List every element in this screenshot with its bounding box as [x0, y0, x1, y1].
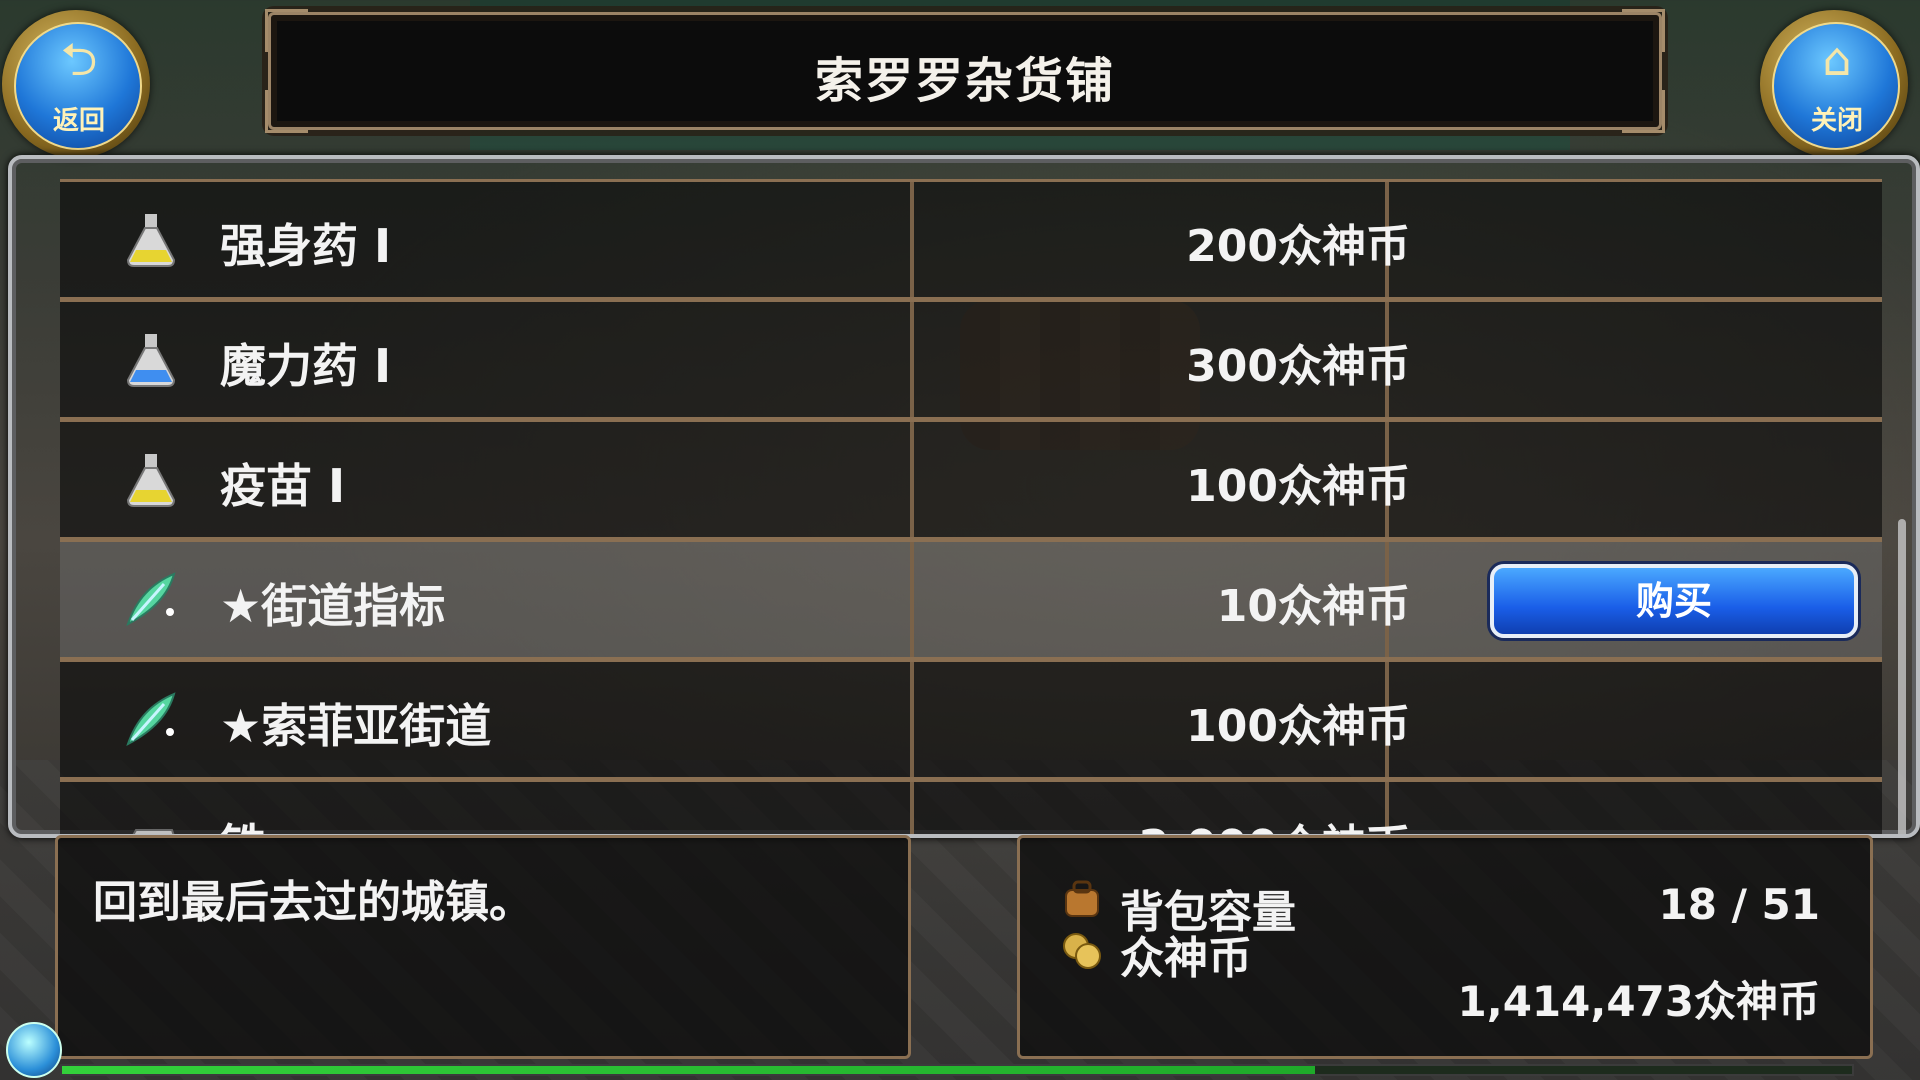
back-label: 返回: [52, 106, 105, 136]
list-item[interactable]: 疫苗 Ⅰ 100众神币: [60, 419, 1882, 540]
item-price: 300众神币: [1186, 341, 1410, 392]
yellow-potion-icon: [126, 454, 176, 507]
item-name: 强身药 Ⅰ: [220, 219, 392, 273]
list-item-selected[interactable]: ★街道指标 10众神币 购买: [60, 539, 1882, 660]
close-button[interactable]: ⌂ 关闭: [1752, 0, 1920, 158]
item-name: 疫苗 Ⅰ: [220, 459, 346, 513]
blue-potion-icon: [126, 334, 176, 387]
description-panel: 回到最后去过的城镇。: [55, 835, 911, 1059]
item-name: 铁: [220, 810, 266, 834]
item-price: 100众神币: [1186, 461, 1410, 512]
list-item[interactable]: 魔力药 Ⅰ 300众神币: [60, 299, 1882, 420]
list-scrollbar[interactable]: [1898, 519, 1906, 834]
item-name: ★街道指标: [220, 579, 446, 633]
close-label: 关闭: [1810, 106, 1863, 136]
list-item[interactable]: ★索菲亚街道 100众神币: [60, 659, 1882, 780]
currency-value: 1,414,473众神币: [1457, 977, 1820, 1026]
item-price: 100众神币: [1186, 701, 1410, 752]
list-item[interactable]: 铁 2,000众神币: [60, 779, 1882, 834]
currency-label: 众神币: [1120, 933, 1252, 984]
buy-button[interactable]: 购买: [1490, 564, 1858, 638]
feather-icon: [126, 692, 176, 747]
coin-icon: [1063, 933, 1101, 969]
title-bar: 索罗罗杂货铺: [265, 9, 1665, 133]
inventory-value: 18 / 51: [1658, 880, 1820, 929]
item-name: ★索菲亚街道: [220, 699, 492, 753]
item-name: 魔力药 Ⅰ: [220, 339, 392, 393]
item-price: 10众神币: [1216, 581, 1410, 632]
feather-icon: [126, 572, 176, 627]
info-panel: 背包容量 18 / 51 众神币 1,414,473众神币: [1017, 835, 1873, 1059]
item-description: 回到最后去过的城镇。: [93, 877, 533, 928]
experience-bar: [60, 1064, 1854, 1076]
backpack-icon: [1065, 880, 1099, 917]
yellow-potion-icon: [126, 214, 176, 267]
list-item[interactable]: 强身药 Ⅰ 200众神币: [60, 179, 1882, 300]
item-price: 200众神币: [1186, 221, 1410, 272]
item-list[interactable]: 强身药 Ⅰ 200众神币 魔力药 Ⅰ 300众神币 疫苗 Ⅰ 100众神币 ★街…: [8, 155, 1920, 838]
experience-fill: [62, 1066, 1315, 1074]
home-icon: ⌂: [1822, 32, 1852, 86]
ingot-icon: [132, 829, 175, 834]
back-arrow-icon: ⮌: [60, 32, 98, 86]
page-title: 索罗罗杂货铺: [814, 53, 1115, 109]
back-button[interactable]: ⮌ 返回: [0, 0, 164, 158]
orb-icon: [6, 1022, 62, 1078]
item-price: 2,000众神币: [910, 810, 1410, 834]
